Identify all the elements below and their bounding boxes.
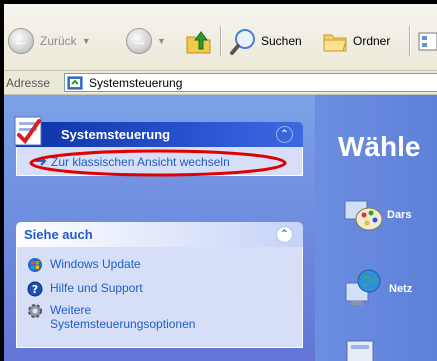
control-panel-header[interactable]: Systemsteuerung ⌃ — [16, 122, 303, 147]
next-category-icon — [346, 340, 374, 361]
toolbar: ← Zurück ▼ → ▼ Suchen Ordner — [4, 4, 437, 71]
control-panel-icon — [67, 76, 83, 89]
help-support-link[interactable]: ? Hilfe und Support — [27, 281, 143, 297]
windows-update-icon — [28, 258, 42, 272]
folders-button[interactable]: Ordner — [322, 21, 390, 61]
help-support-label: Hilfe und Support — [50, 281, 143, 295]
see-also-section: Siehe auch ⌃ Windows Update ? Hilfe und … — [16, 222, 303, 348]
page-heading: Wähle — [338, 131, 421, 162]
folders-button-label: Ordner — [353, 34, 391, 48]
category-network[interactable]: Netz — [343, 267, 412, 311]
control-panel-logo-icon — [14, 116, 42, 146]
panel-title: Siehe auch — [24, 227, 93, 242]
more-options-link[interactable]: Weitere Systemsteuerungsoptionen — [27, 303, 227, 331]
chevron-down-icon: ▼ — [81, 36, 91, 46]
address-label: Adresse — [6, 76, 51, 90]
forward-arrow-icon: → — [126, 28, 152, 54]
back-arrow-icon: ← — [8, 28, 34, 54]
network-icon — [345, 269, 381, 305]
address-bar: Adresse Systemsteuerung — [4, 72, 437, 95]
folder-icon — [323, 34, 347, 52]
collapse-chevron-icon[interactable]: ⌃ — [276, 126, 293, 143]
forward-button[interactable]: → ▼ — [126, 21, 166, 61]
see-also-body: Windows Update ? Hilfe und Support Weite… — [16, 247, 303, 348]
task-pane: Systemsteuerung ⌃ Zur klassischen Ansich… — [4, 95, 315, 361]
control-panel-section: Systemsteuerung ⌃ Zur klassischen Ansich… — [14, 116, 303, 177]
windows-update-link[interactable]: Windows Update — [27, 257, 141, 273]
category-next[interactable] — [343, 335, 383, 361]
category-label: Dars — [387, 209, 412, 221]
panel-title: Systemsteuerung — [61, 127, 171, 142]
switch-classic-view-link[interactable]: Zur klassischen Ansicht wechseln — [35, 155, 230, 169]
appearance-icon — [344, 200, 383, 231]
views-icon — [418, 32, 437, 51]
switch-classic-view-label: Zur klassischen Ansicht wechseln — [51, 155, 230, 169]
category-appearance[interactable]: Dars — [343, 195, 411, 235]
windows-update-label: Windows Update — [50, 257, 141, 271]
chevron-down-icon: ▼ — [157, 36, 166, 46]
back-button[interactable]: ← Zurück ▼ — [8, 21, 91, 61]
control-panel-body: Zur klassischen Ansicht wechseln — [16, 147, 303, 177]
category-label: Netz — [389, 283, 413, 295]
up-folder-button[interactable] — [184, 21, 214, 61]
switch-view-icon — [36, 156, 47, 166]
collapse-chevron-icon[interactable]: ⌃ — [276, 226, 293, 243]
gear-icon — [28, 304, 42, 318]
see-also-header[interactable]: Siehe auch ⌃ — [16, 222, 303, 247]
explorer-window: ← Zurück ▼ → ▼ Suchen Ordner Adresse Sys… — [4, 4, 437, 361]
more-options-label: Weitere Systemsteuerungsoptionen — [50, 303, 196, 331]
address-value: Systemsteuerung — [89, 75, 183, 90]
back-button-label: Zurück — [40, 34, 77, 48]
search-icon — [230, 29, 255, 55]
views-button[interactable] — [417, 21, 437, 61]
content-pane: Wähle Dars Netz — [315, 95, 437, 361]
address-field[interactable]: Systemsteuerung — [64, 73, 437, 92]
svg-text:?: ? — [32, 283, 38, 296]
search-button-label: Suchen — [261, 34, 302, 48]
up-folder-icon — [186, 31, 211, 54]
search-button[interactable]: Suchen — [229, 21, 302, 61]
help-icon: ? — [27, 281, 43, 297]
